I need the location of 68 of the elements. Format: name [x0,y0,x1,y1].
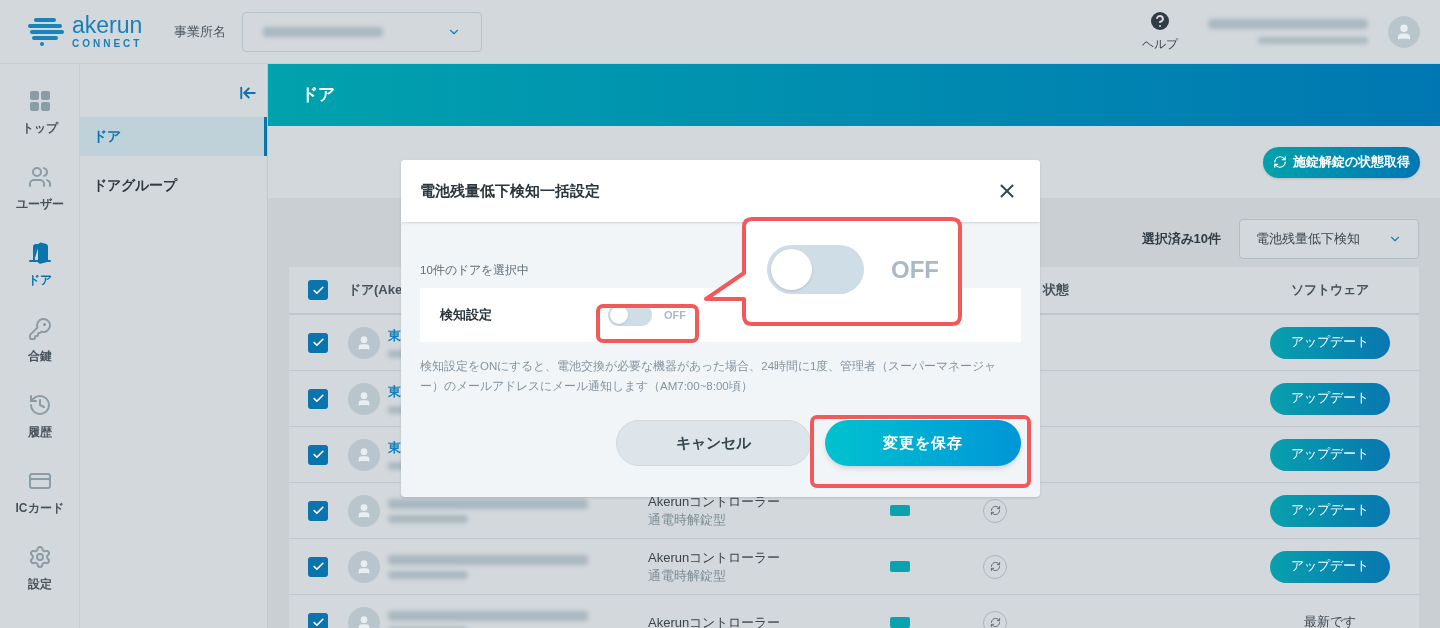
avatar [348,550,380,583]
check-icon [311,283,325,297]
checkbox[interactable] [308,280,328,300]
logo-icon [28,16,64,47]
selection-count: 選択済み10件 [1141,230,1221,249]
users-icon [27,165,52,189]
status-button[interactable]: 施錠解錠の状態取得 [1263,146,1420,178]
battery-icon [890,617,910,628]
device-type: Akerunコントローラー [648,548,782,567]
refresh-icon [1273,155,1287,169]
setting-label: 検知設定 [440,306,493,325]
device-type: Akerunコントローラー [648,613,782,628]
page-title: ドア [301,84,335,107]
key-icon [27,317,52,341]
device-mode: 通電時解錠型 [648,566,727,585]
update-button[interactable]: アップデート [1269,438,1390,471]
checkbox[interactable] [308,388,328,409]
software-status: 最新です [1303,614,1356,628]
device-mode: 通電時解錠型 [648,510,727,529]
update-button[interactable]: アップデート [1269,326,1390,359]
check-icon [311,616,325,628]
checkbox[interactable] [308,444,328,465]
subnav-item[interactable]: ドアグループ [80,166,267,205]
battery-icon [890,505,910,516]
logo-subtitle: CONNECT [72,39,143,49]
nav-item[interactable]: 履歴 [0,393,79,469]
callout-label: OFF [891,254,939,285]
bulk-action-select[interactable]: 電池残量低下検知 [1239,219,1419,259]
avatar [348,326,380,359]
toggle-label: OFF [664,307,686,323]
office-label: 事業所名 [174,22,227,41]
door-icon [27,241,52,265]
gear-icon [27,545,52,569]
subnav-item[interactable]: ドア [80,117,267,156]
history-icon [27,393,52,417]
column-header: 状態 [1043,282,1069,298]
nav-item[interactable]: ICカード [0,469,79,545]
column-header: ソフトウェア [1290,281,1369,300]
description-text: 検知設定をONにすると、電池交換が必要な機器があった場合、24時間に1度、管理者（スーパーマネージャー）のメールアドレスにメール通知します（AM7:00~8:00頃） [420,359,998,394]
dashboard-icon [27,89,52,113]
cancel-button[interactable]: キャンセル [616,420,811,466]
nav-item[interactable]: ドア [0,241,79,317]
checkbox[interactable] [308,500,328,521]
checkbox[interactable] [308,556,328,577]
nav-item[interactable]: 設定 [0,545,79,621]
logo-wordmark: akerun [72,14,143,36]
checkbox[interactable] [308,612,328,628]
column-header: ドア(Ake [348,282,403,298]
update-button[interactable]: アップデート [1269,494,1390,527]
check-icon [311,504,325,517]
update-button[interactable]: アップデート [1269,382,1390,415]
dialog-title: 電池残量低下検知一括設定 [420,180,600,201]
checkbox[interactable] [308,332,328,353]
check-icon [311,392,325,405]
check-icon [311,448,325,461]
avatar [348,494,380,527]
device-type: Akerunコントローラー [648,492,782,511]
nav-item[interactable]: ユーザー [0,165,79,241]
nav-item[interactable]: 合鍵 [0,317,79,393]
check-icon [311,336,325,349]
battery-icon [890,561,910,572]
check-icon [311,560,325,573]
avatar [348,438,380,471]
help-label[interactable]: ヘルプ [1142,36,1178,54]
nav-item[interactable]: トップ [0,89,79,165]
avatar [348,382,380,415]
update-button[interactable]: アップデート [1269,550,1390,583]
selected-info: 10件のドアを選択中 [420,263,529,278]
